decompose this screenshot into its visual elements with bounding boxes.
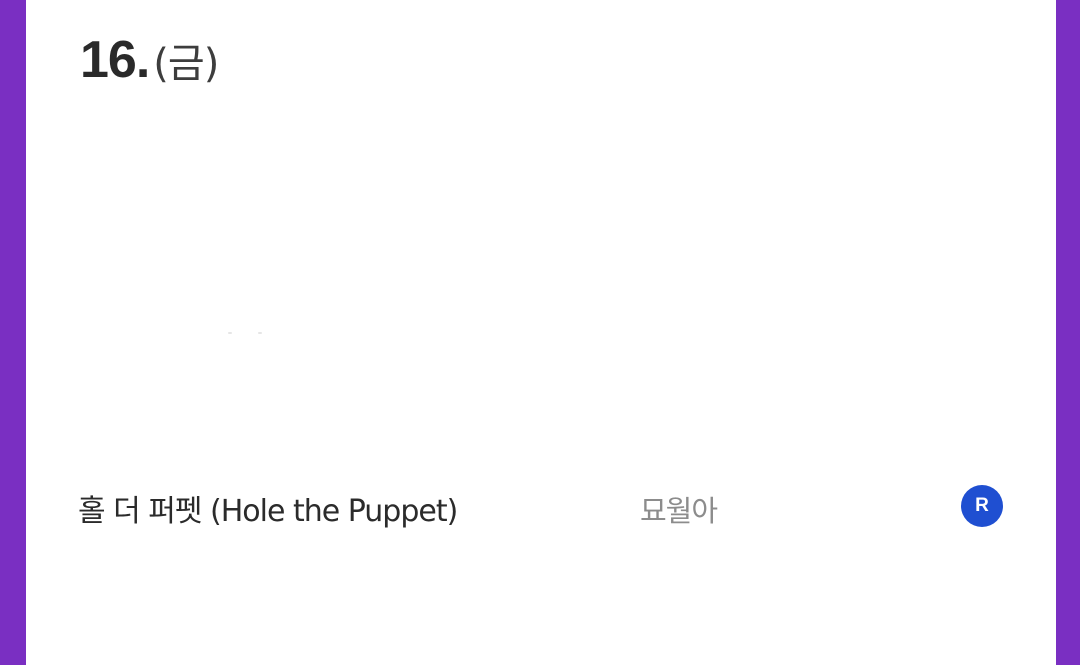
app-frame: 16. (금) 홀 더 퍼펫 (Hole the Puppet) 묘월아 R — [0, 0, 1080, 665]
decorative-speck — [258, 332, 262, 334]
decorative-speck — [228, 332, 232, 334]
schedule-card: 16. (금) 홀 더 퍼펫 (Hole the Puppet) 묘월아 R — [26, 0, 1056, 665]
date-heading: 16. (금) — [80, 30, 219, 90]
work-title[interactable]: 홀 더 퍼펫 (Hole the Puppet) — [78, 486, 458, 530]
rating-badge: R — [961, 485, 1003, 527]
date-day: 16. — [80, 31, 150, 89]
work-author: 묘월아 — [640, 494, 718, 528]
list-item[interactable]: 홀 더 퍼펫 (Hole the Puppet) 묘월아 R — [26, 476, 1056, 534]
date-weekday: (금) — [153, 41, 219, 87]
